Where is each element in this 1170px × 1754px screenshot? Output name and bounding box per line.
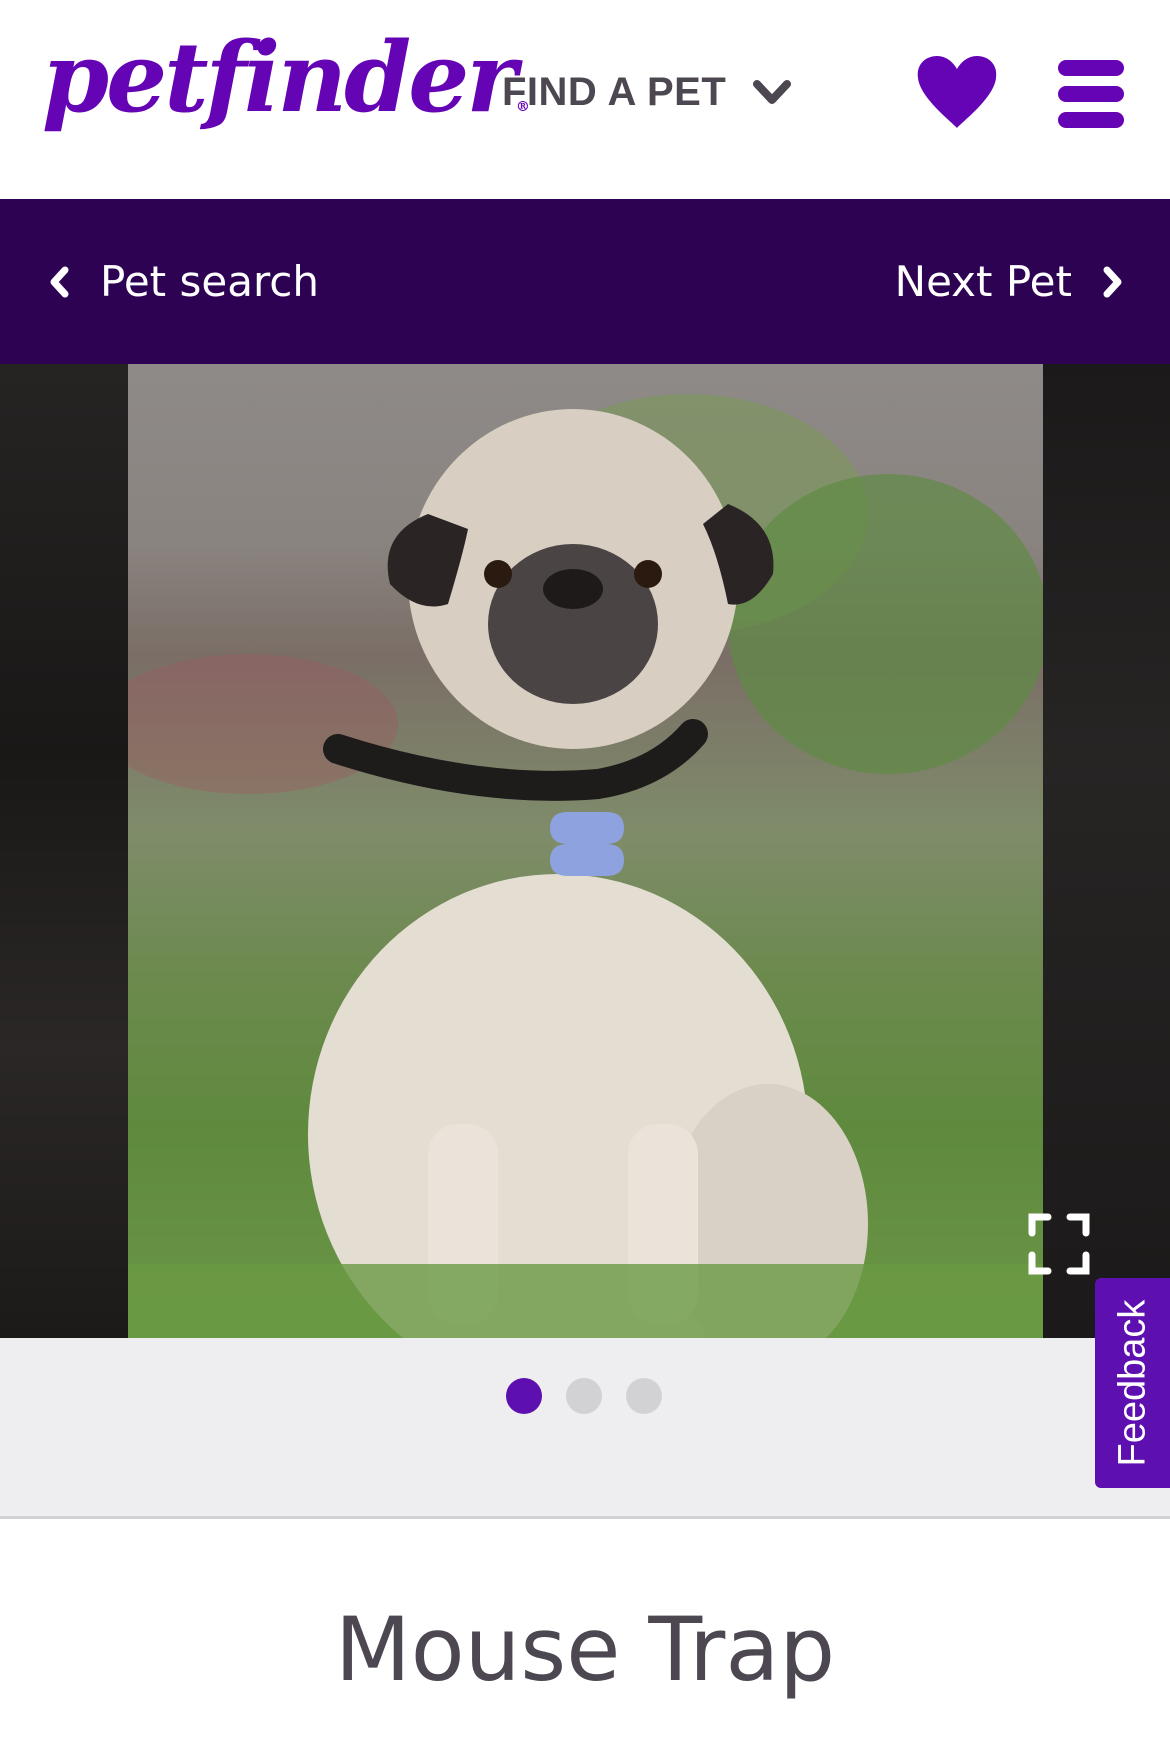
pet-navigation-bar: Pet search Next Pet (0, 199, 1170, 364)
menu-bar (1058, 86, 1124, 102)
next-pet-link[interactable]: Next Pet (895, 257, 1124, 306)
menu-bar (1058, 112, 1124, 128)
find-a-pet-dropdown[interactable]: FIND A PET (502, 70, 792, 115)
chevron-right-icon (1103, 266, 1122, 297)
heart-icon[interactable] (916, 54, 998, 130)
find-a-pet-label: FIND A PET (502, 70, 727, 114)
chevron-left-icon (50, 266, 69, 297)
carousel-dots (506, 1378, 662, 1414)
photo-gallery (0, 364, 1170, 1338)
pet-search-label: Pet search (100, 257, 320, 306)
feedback-tab[interactable]: Feedback (1095, 1278, 1170, 1488)
next-photo-peek[interactable] (1043, 364, 1170, 1338)
site-header: petfinder ® FIND A PET (0, 0, 1170, 199)
chevron-down-icon (753, 79, 792, 104)
pug-illustration (128, 394, 1043, 1338)
carousel-indicator-band (0, 1338, 1170, 1519)
next-pet-label: Next Pet (894, 257, 1072, 306)
carousel-dot-1[interactable] (506, 1378, 542, 1414)
previous-photo-peek[interactable] (0, 364, 128, 1338)
feedback-label: Feedback (1111, 1299, 1153, 1467)
fullscreen-expand-icon[interactable] (1028, 1213, 1090, 1275)
petfinder-logo[interactable]: petfinder ® (42, 30, 530, 126)
menu-bar (1058, 60, 1124, 76)
logo-text: petfinder (42, 21, 517, 134)
pet-photo[interactable] (128, 364, 1043, 1338)
pet-name-heading: Mouse Trap (334, 1598, 836, 1701)
carousel-dot-2[interactable] (566, 1378, 602, 1414)
back-to-pet-search-link[interactable]: Pet search (48, 257, 319, 306)
carousel-dot-3[interactable] (626, 1378, 662, 1414)
hamburger-menu-icon[interactable] (1058, 60, 1126, 128)
